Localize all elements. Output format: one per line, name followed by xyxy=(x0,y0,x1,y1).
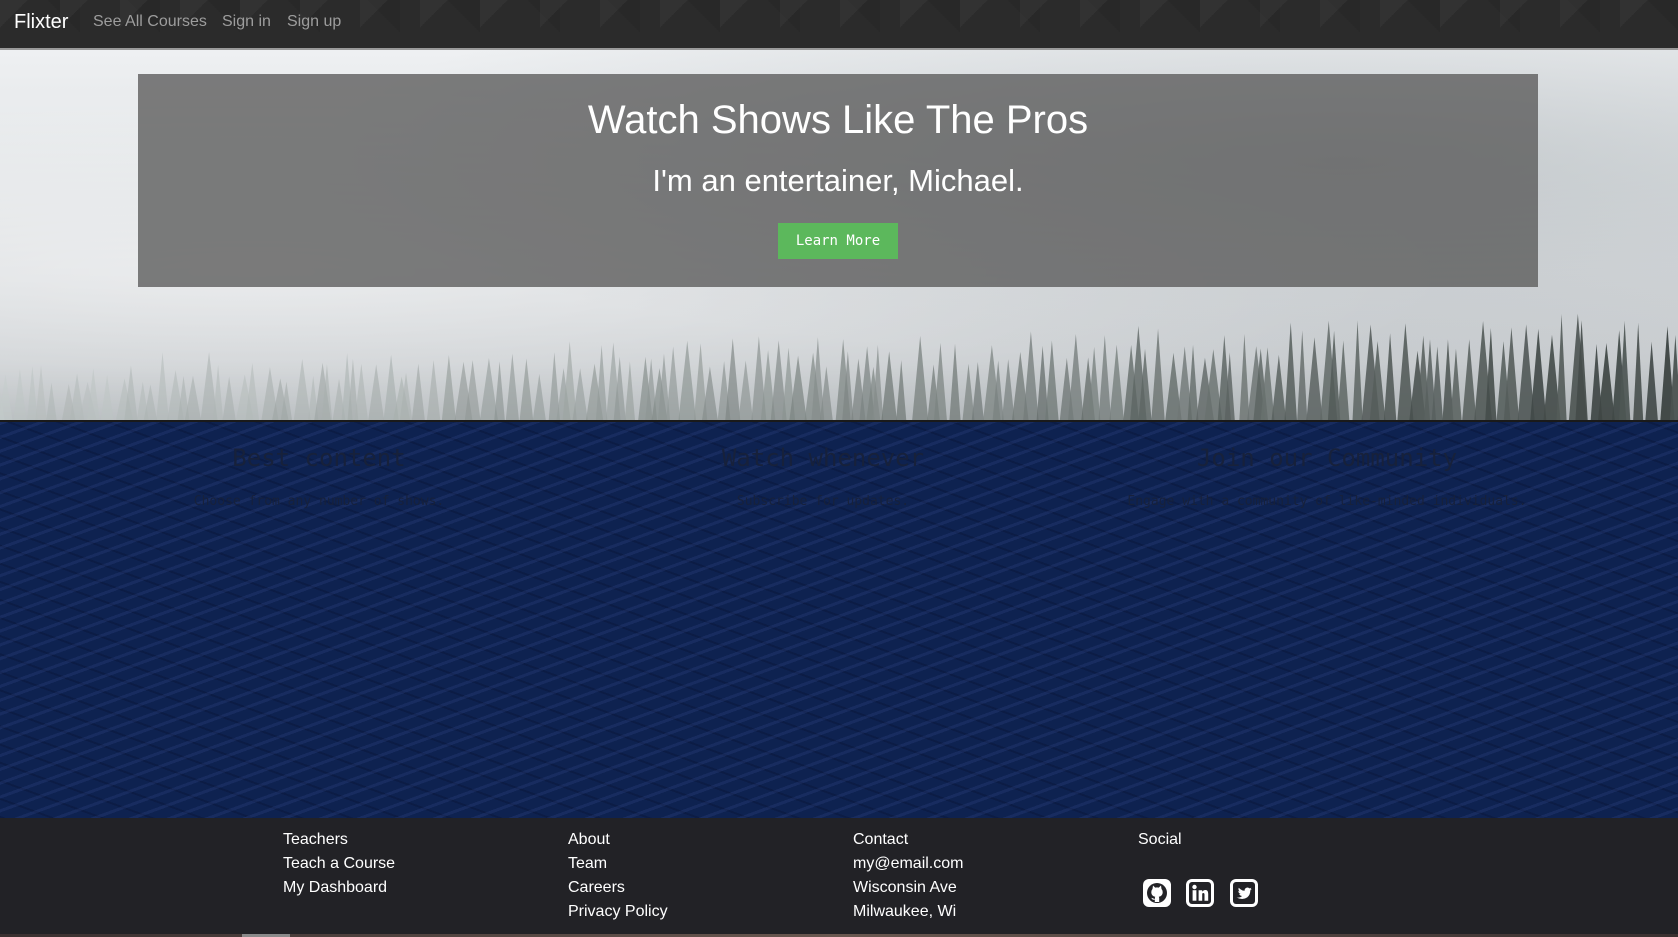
footer-column-social: Social xyxy=(1138,828,1182,852)
footer-address-street: Wisconsin Ave xyxy=(853,879,957,896)
nav-link-sign-in[interactable]: Sign in xyxy=(222,13,271,31)
feature-title: Join our Community xyxy=(1196,444,1458,472)
footer-link-careers[interactable]: Careers xyxy=(568,876,668,900)
features-section: Best content Choose from any number of s… xyxy=(0,420,1678,818)
footer: Teachers Teach a Course My Dashboard Abo… xyxy=(0,818,1678,937)
feature-title: Best content xyxy=(232,444,406,472)
footer-link-teach-a-course[interactable]: Teach a Course xyxy=(283,852,395,876)
nav-link-see-all-courses[interactable]: See All Courses xyxy=(93,13,207,31)
footer-email-link[interactable]: my@email.com xyxy=(853,852,963,876)
feature-join-community: Join our Community Engage with a communi… xyxy=(1067,444,1587,509)
feature-text: Engage with a community of like-minded i… xyxy=(1127,494,1527,509)
nav-link-sign-up[interactable]: Sign up xyxy=(287,13,341,31)
footer-column-contact: Contact my@email.com Wisconsin Ave Milwa… xyxy=(853,828,963,924)
footer-address-city: Milwaukee, Wi xyxy=(853,903,957,920)
footer-link-team[interactable]: Team xyxy=(568,852,668,876)
feature-title: Watch whenever xyxy=(721,444,925,472)
feature-text: Choose from any number of shows. xyxy=(193,494,445,509)
hero-title: Watch Shows Like The Pros xyxy=(587,98,1089,142)
footer-link-about[interactable]: About xyxy=(568,828,668,852)
footer-link-privacy-policy[interactable]: Privacy Policy xyxy=(568,900,668,924)
feature-best-content: Best content Choose from any number of s… xyxy=(59,444,579,509)
footer-column-teachers: Teachers Teach a Course My Dashboard xyxy=(283,828,395,900)
social-icons-row xyxy=(1142,878,1268,908)
feature-watch-whenever: Watch whenever Subscribe for updates. xyxy=(563,444,1083,509)
footer-social-heading: Social xyxy=(1138,831,1182,848)
hero-subtitle: I'm an entertainer, Michael. xyxy=(652,163,1024,198)
footer-contact-heading: Contact xyxy=(853,831,909,848)
github-icon[interactable] xyxy=(1142,878,1172,908)
brand-logo-link[interactable]: Flixter xyxy=(14,11,68,34)
linkedin-icon[interactable] xyxy=(1185,878,1215,908)
jumbotron: Watch Shows Like The Pros I'm an enterta… xyxy=(138,74,1538,287)
hero-section: Watch Shows Like The Pros I'm an enterta… xyxy=(0,50,1678,420)
feature-text: Subscribe for updates. xyxy=(736,494,910,509)
twitter-icon[interactable] xyxy=(1229,878,1259,908)
footer-link-teachers[interactable]: Teachers xyxy=(283,828,395,852)
top-navbar: Flixter See All Courses Sign in Sign up xyxy=(0,0,1678,50)
learn-more-button[interactable]: Learn More xyxy=(777,223,899,259)
footer-link-my-dashboard[interactable]: My Dashboard xyxy=(283,876,395,900)
footer-column-about: About Team Careers Privacy Policy xyxy=(568,828,668,924)
forest-background-image xyxy=(0,313,1678,420)
